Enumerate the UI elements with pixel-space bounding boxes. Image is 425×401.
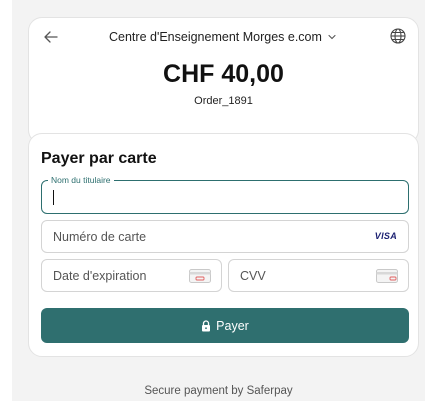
globe-icon[interactable] bbox=[389, 27, 407, 45]
order-summary-card: Centre d'Enseignement Morges e.com CHF 4… bbox=[28, 17, 419, 144]
card-expiry-icon bbox=[189, 269, 211, 283]
merchant-name: Centre d'Enseignement Morges e.com bbox=[109, 30, 322, 44]
lock-icon bbox=[202, 319, 211, 331]
cardholder-name-field[interactable]: Nom du titulaire bbox=[41, 175, 409, 214]
payment-amount: CHF 40,00 bbox=[163, 60, 284, 88]
order-id: Order_1891 bbox=[194, 95, 253, 107]
expiry-date-field[interactable]: Date d'expiration bbox=[41, 259, 222, 292]
secure-payment-footer: Secure payment by Saferpay bbox=[144, 385, 293, 397]
card-cvv-icon bbox=[376, 269, 398, 283]
pay-button[interactable]: Payer bbox=[41, 308, 409, 343]
card-number-field[interactable]: Numéro de carte VISA bbox=[41, 220, 409, 253]
cvv-placeholder: CVV bbox=[240, 268, 266, 283]
card-payment-form: Payer par carte Nom du titulaire Numéro … bbox=[28, 133, 419, 357]
pay-button-label: Payer bbox=[216, 318, 249, 333]
text-caret bbox=[53, 189, 55, 205]
chevron-down-icon bbox=[328, 34, 336, 40]
card-number-placeholder: Numéro de carte bbox=[53, 229, 147, 244]
expiry-date-placeholder: Date d'expiration bbox=[53, 268, 147, 283]
merchant-selector[interactable]: Centre d'Enseignement Morges e.com bbox=[109, 30, 339, 44]
form-title: Payer par carte bbox=[41, 150, 157, 167]
visa-logo: VISA bbox=[374, 231, 397, 241]
cardholder-name-label: Nom du titulaire bbox=[48, 175, 114, 185]
cvv-field[interactable]: CVV bbox=[228, 259, 409, 292]
arrow-left-icon[interactable] bbox=[43, 29, 59, 45]
